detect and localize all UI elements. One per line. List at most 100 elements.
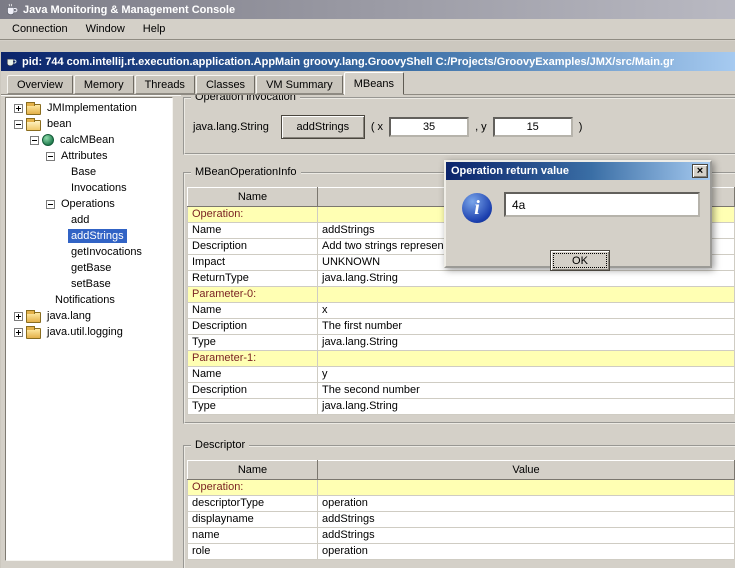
column-header-name[interactable]: Name — [188, 461, 318, 480]
menu-item[interactable]: Connection — [3, 20, 77, 38]
param-y-input[interactable] — [493, 117, 573, 137]
cell-name: Description — [188, 383, 318, 399]
tree-item[interactable]: addStrings — [6, 228, 172, 244]
tree-item-label: Operations — [58, 197, 118, 211]
operation-invocation-group: Operation invocation java.lang.String ad… — [183, 97, 735, 155]
table-row[interactable]: name addStrings — [188, 528, 735, 544]
cell-name: Description — [188, 319, 318, 335]
tree-node-icon — [26, 104, 41, 115]
table-row[interactable]: Operation: — [188, 480, 735, 496]
tree-item-label: calcMBean — [57, 133, 117, 147]
tree-item[interactable]: add — [6, 212, 172, 228]
cell-name: Description — [188, 239, 318, 255]
table-row[interactable]: displayname addStrings — [188, 512, 735, 528]
table-row[interactable]: ReturnType java.lang.String — [188, 271, 735, 287]
tree-item[interactable]: JMImplementation — [6, 100, 172, 116]
split-pane-divider[interactable] — [173, 96, 181, 568]
tree-item-label: add — [68, 213, 92, 227]
tree-expander-icon[interactable] — [30, 136, 39, 145]
tree-item[interactable]: Notifications — [6, 292, 172, 308]
tree-item-label: java.lang — [44, 309, 94, 323]
tab[interactable]: VM Summary — [256, 75, 343, 94]
menu-item[interactable]: Window — [77, 20, 134, 38]
frame-titlebar[interactable]: pid: 744 com.intellij.rt.execution.appli… — [1, 52, 735, 71]
tree-item[interactable]: calcMBean — [6, 132, 172, 148]
cell-value: y — [318, 367, 735, 383]
cell-value: java.lang.String — [318, 399, 735, 415]
descriptor-group: Descriptor Name Value Operation: d — [183, 445, 735, 568]
tree-expander-icon[interactable] — [62, 264, 65, 273]
table-row[interactable]: Type java.lang.String — [188, 335, 735, 351]
tree-item[interactable]: getInvocations — [6, 244, 172, 260]
table-row[interactable]: descriptorType operation — [188, 496, 735, 512]
table-row[interactable]: Name x — [188, 303, 735, 319]
cell-value — [318, 287, 735, 303]
cell-value: operation — [318, 496, 735, 512]
cell-value: addStrings — [318, 512, 735, 528]
tab[interactable]: MBeans — [344, 72, 404, 95]
cell-name: Name — [188, 223, 318, 239]
tree-expander-icon[interactable] — [14, 328, 23, 337]
return-value-field[interactable] — [504, 192, 700, 217]
tab[interactable]: Memory — [74, 75, 134, 94]
tree-item-label: getInvocations — [68, 245, 145, 259]
param-x-label: ( x — [371, 121, 383, 133]
tree-item[interactable]: Attributes — [6, 148, 172, 164]
column-header-name[interactable]: Name — [188, 188, 318, 207]
table-row[interactable]: Type java.lang.String — [188, 399, 735, 415]
ok-button[interactable]: OK — [550, 250, 610, 271]
cell-name: Parameter-1: — [188, 351, 318, 367]
tree-item-label: getBase — [68, 261, 114, 275]
tree-expander-icon[interactable] — [62, 280, 65, 289]
tree-expander-icon[interactable] — [46, 296, 49, 305]
tree-item-label: Notifications — [52, 293, 118, 307]
tree-expander-icon[interactable] — [62, 184, 65, 193]
tree-item[interactable]: getBase — [6, 260, 172, 276]
tree-expander-icon[interactable] — [62, 248, 65, 257]
column-header-value[interactable]: Value — [318, 461, 735, 480]
dialog-title: Operation return value — [451, 165, 692, 177]
tree-item[interactable]: setBase — [6, 276, 172, 292]
java-coffee-icon — [5, 3, 18, 16]
table-row[interactable]: Parameter-0: — [188, 287, 735, 303]
tree-item[interactable]: java.lang — [6, 308, 172, 324]
app-titlebar[interactable]: Java Monitoring & Management Console — [0, 0, 735, 19]
tab[interactable]: Classes — [196, 75, 255, 94]
close-paren-label: ) — [579, 121, 583, 133]
tab[interactable]: Threads — [135, 75, 195, 94]
tree-item[interactable]: java.util.logging — [6, 324, 172, 340]
tree-expander-icon[interactable] — [14, 104, 23, 113]
group-title: Operation invocation — [191, 95, 300, 103]
cell-value: operation — [318, 544, 735, 560]
close-icon[interactable]: × — [692, 164, 708, 178]
table-row[interactable]: role operation — [188, 544, 735, 560]
tree-item[interactable]: Base — [6, 164, 172, 180]
table-row[interactable]: Name y — [188, 367, 735, 383]
table-row[interactable]: Description The first number — [188, 319, 735, 335]
tree-expander-icon[interactable] — [46, 152, 55, 161]
tree-item[interactable]: Invocations — [6, 180, 172, 196]
dialog-titlebar[interactable]: Operation return value × — [446, 162, 710, 180]
table-row[interactable]: Parameter-1: — [188, 351, 735, 367]
tree-node-icon — [26, 328, 41, 339]
tree-expander-icon[interactable] — [14, 120, 23, 129]
tree-expander-icon[interactable] — [62, 168, 65, 177]
cell-name: name — [188, 528, 318, 544]
tree-expander-icon[interactable] — [62, 232, 65, 241]
cell-name: Type — [188, 399, 318, 415]
menu-item[interactable]: Help — [134, 20, 175, 38]
operation-invocation-row: java.lang.String addStrings ( x , y ) — [193, 115, 733, 139]
tree-item[interactable]: bean — [6, 116, 172, 132]
cell-value: java.lang.String — [318, 335, 735, 351]
table-row[interactable]: Description The second number — [188, 383, 735, 399]
tree-expander-icon[interactable] — [46, 200, 55, 209]
param-y-label: , y — [475, 121, 487, 133]
tree-item[interactable]: Operations — [6, 196, 172, 212]
tab[interactable]: Overview — [7, 75, 73, 94]
tree-item-label: addStrings — [68, 229, 127, 243]
tree-item-label: JMImplementation — [44, 101, 140, 115]
tree-expander-icon[interactable] — [62, 216, 65, 225]
tree-expander-icon[interactable] — [14, 312, 23, 321]
param-x-input[interactable] — [389, 117, 469, 137]
invoke-addstrings-button[interactable]: addStrings — [281, 115, 365, 139]
